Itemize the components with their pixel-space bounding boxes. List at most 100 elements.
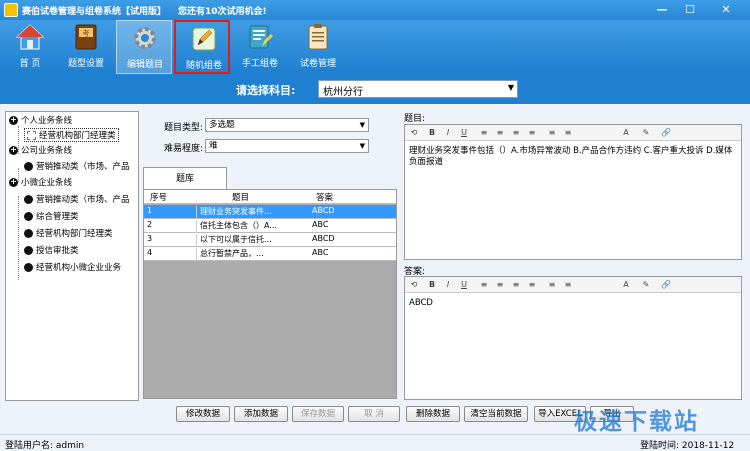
answer-text[interactable]: ABCD — [409, 298, 737, 309]
italic-icon[interactable]: I — [443, 280, 453, 290]
toolbar-random-paper-label: 随机组卷 — [185, 61, 222, 71]
question-type-label: 题目类型: — [164, 123, 204, 133]
source-icon[interactable]: ⟲ — [409, 128, 419, 138]
link-icon[interactable]: 🔗 — [661, 280, 671, 290]
outdent-icon[interactable]: ≡ — [511, 128, 521, 138]
table-row[interactable]: 2 信托主体包含（）A... ABC — [144, 219, 396, 233]
table-row[interactable]: 3 以下可以属于信托... ABCD — [144, 233, 396, 247]
answer-editor-toolbar: ⟲ B I U ≡ ≡ ≡ ≡ ≡ ≡ A ✎ 🔗 — [405, 277, 741, 293]
watermark-logo: 极速下载站 — [574, 409, 699, 435]
clipboard-edit-icon — [249, 25, 273, 49]
tab-question-bank[interactable]: 题库 — [143, 167, 227, 189]
node-bullet-icon — [24, 162, 33, 171]
question-grid[interactable]: 序号 题目 答案 1 理财业务突发事件... ABCD 2 信托主体包含（）A.… — [143, 189, 397, 399]
delete-button[interactable]: 删除数据 — [406, 406, 460, 422]
align-center-icon[interactable]: ≡ — [563, 280, 573, 290]
align-center-icon[interactable]: ≡ — [563, 128, 573, 138]
underline-icon[interactable]: U — [459, 280, 469, 290]
tree-node-personal-manager[interactable]: 经营机构部门经理类 — [24, 128, 119, 142]
toolbar-manual-paper[interactable]: 手工组卷 — [232, 20, 288, 74]
title-bar: 赛伯试卷管理与组卷系统【试用版】 您还有10次试用机会! — ☐ ✕ — [0, 0, 750, 20]
table-row[interactable]: 4 总行暂禁产品，... ABC — [144, 247, 396, 261]
subject-label: 请选择科目: — [236, 84, 296, 97]
clear-button[interactable]: 清空当前数据 — [464, 406, 528, 422]
difficulty-select[interactable]: 难 ▼ — [205, 139, 369, 153]
bold-icon[interactable]: B — [427, 280, 437, 290]
indent-icon[interactable]: ≡ — [527, 280, 537, 290]
document-icon — [27, 131, 36, 140]
expand-icon[interactable]: + — [9, 178, 18, 187]
source-icon[interactable]: ⟲ — [409, 280, 419, 290]
ordered-list-icon[interactable]: ≡ — [479, 128, 489, 138]
table-row[interactable]: 1 理财业务突发事件... ABCD — [144, 205, 396, 219]
modify-button[interactable]: 修改数据 — [176, 406, 230, 422]
subject-bar: 请选择科目: 杭州分行 ▼ — [0, 74, 750, 104]
question-text[interactable]: 理财业务突发事件包括（）A.市场异常波动 B.产品合作方违约 C.客户重大投诉 … — [409, 146, 737, 168]
tree-node-smb-business[interactable]: 经营机构小微企业业务 — [24, 261, 121, 275]
column-header-question[interactable]: 题目 — [232, 191, 249, 203]
question-type-value: 多选题 — [209, 120, 235, 130]
expand-icon[interactable]: + — [9, 146, 18, 155]
tree-node-corporate[interactable]: + 公司业务条线 — [9, 144, 72, 158]
question-type-select[interactable]: 多选题 ▼ — [205, 118, 369, 132]
tree-node-smb-credit[interactable]: 授信审批类 — [24, 244, 79, 258]
italic-icon[interactable]: I — [443, 128, 453, 138]
chevron-down-icon: ▼ — [359, 142, 365, 150]
unordered-list-icon[interactable]: ≡ — [495, 128, 505, 138]
toolbar-edit-questions-label: 编辑题目 — [126, 60, 163, 70]
node-bullet-icon — [24, 212, 33, 221]
login-user: 登陆用户名: admin — [5, 441, 85, 451]
tree-node-smb-marketing[interactable]: 营销推动类（市场、产品 — [24, 193, 130, 207]
main-panel: + 个人业务条线 经营机构部门经理类 + 公司业务条线 营销推动类（市场、产品 + 小… — [0, 104, 750, 434]
toolbar-question-types[interactable]: 考 题型设置 — [58, 20, 114, 74]
font-color-icon[interactable]: A — [621, 280, 631, 290]
expand-icon[interactable]: + — [9, 116, 18, 125]
svg-text:考: 考 — [83, 30, 90, 38]
trial-message: 您还有10次试用机会! — [178, 7, 267, 17]
align-left-icon[interactable]: ≡ — [547, 128, 557, 138]
toolbar-paper-management[interactable]: 试卷管理 — [290, 20, 346, 74]
minimize-button[interactable]: — — [648, 0, 676, 20]
category-tree[interactable]: + 个人业务条线 经营机构部门经理类 + 公司业务条线 营销推动类（市场、产品 + 小… — [5, 111, 139, 401]
cancel-button[interactable]: 取 消 — [348, 406, 400, 422]
home-icon — [16, 24, 44, 50]
tree-node-smb[interactable]: + 小微企业条线 — [9, 176, 72, 190]
window-title: 赛伯试卷管理与组卷系统【试用版】 — [22, 7, 167, 17]
tree-node-smb-general[interactable]: 综合管理类 — [24, 210, 79, 224]
highlight-icon[interactable]: ✎ — [641, 280, 651, 290]
font-color-icon[interactable]: A — [621, 128, 631, 138]
bold-icon[interactable]: B — [427, 128, 437, 138]
document-list-icon — [308, 24, 328, 50]
column-header-answer[interactable]: 答案 — [316, 191, 333, 203]
add-button[interactable]: 添加数据 — [234, 406, 288, 422]
close-button[interactable]: ✕ — [706, 0, 746, 20]
node-bullet-icon — [24, 246, 33, 255]
save-button[interactable]: 保存数据 — [292, 406, 344, 422]
app-icon — [4, 3, 18, 17]
subject-select[interactable]: 杭州分行 ▼ — [318, 80, 518, 98]
toolbar-home[interactable]: 首 页 — [2, 20, 58, 74]
ordered-list-icon[interactable]: ≡ — [479, 280, 489, 290]
toolbar-random-paper[interactable]: 随机组卷 — [174, 20, 230, 74]
question-editor-toolbar: ⟲ B I U ≡ ≡ ≡ ≡ ≡ ≡ A ✎ 🔗 — [405, 125, 741, 141]
align-left-icon[interactable]: ≡ — [547, 280, 557, 290]
difficulty-value: 难 — [209, 141, 218, 151]
indent-icon[interactable]: ≡ — [527, 128, 537, 138]
outdent-icon[interactable]: ≡ — [511, 280, 521, 290]
tree-node-personal[interactable]: + 个人业务条线 — [9, 114, 72, 128]
unordered-list-icon[interactable]: ≡ — [495, 280, 505, 290]
toolbar-paper-management-label: 试卷管理 — [299, 59, 336, 69]
tree-node-smb-manager[interactable]: 经营机构部门经理类 — [24, 227, 113, 241]
node-bullet-icon — [24, 263, 33, 272]
answer-editor[interactable]: ⟲ B I U ≡ ≡ ≡ ≡ ≡ ≡ A ✎ 🔗 ABCD — [404, 276, 742, 400]
link-icon[interactable]: 🔗 — [661, 128, 671, 138]
tree-node-corporate-marketing[interactable]: 营销推动类（市场、产品 — [24, 160, 130, 174]
maximize-button[interactable]: ☐ — [676, 0, 704, 20]
toolbar-manual-paper-label: 手工组卷 — [241, 59, 278, 69]
node-bullet-icon — [24, 229, 33, 238]
highlight-icon[interactable]: ✎ — [641, 128, 651, 138]
question-editor[interactable]: ⟲ B I U ≡ ≡ ≡ ≡ ≡ ≡ A ✎ 🔗 理财业务突发事件包括（）A.… — [404, 124, 742, 260]
underline-icon[interactable]: U — [459, 128, 469, 138]
toolbar-edit-questions[interactable]: 编辑题目 — [116, 20, 172, 74]
column-header-no[interactable]: 序号 — [150, 191, 167, 203]
